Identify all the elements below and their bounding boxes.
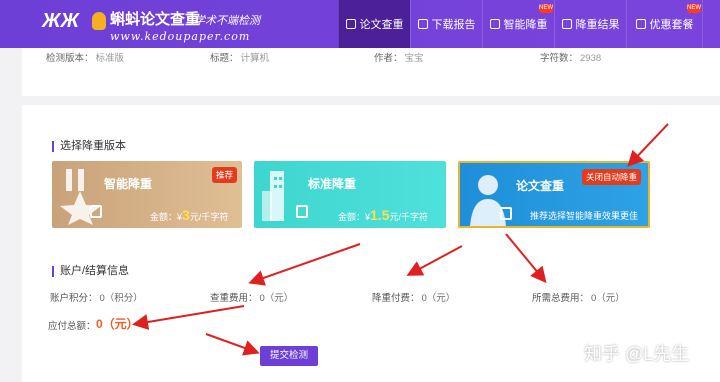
arrow-annotation bbox=[505, 233, 547, 284]
arrow-annotation bbox=[627, 123, 669, 167]
arrow-annotation bbox=[205, 333, 260, 356]
annotation-arrows bbox=[132, 123, 669, 356]
watermark: 知乎 @L先生 bbox=[584, 344, 690, 364]
arrow-annotation bbox=[248, 243, 361, 286]
arrow-annotation bbox=[132, 305, 245, 330]
arrow-annotation bbox=[406, 245, 463, 276]
